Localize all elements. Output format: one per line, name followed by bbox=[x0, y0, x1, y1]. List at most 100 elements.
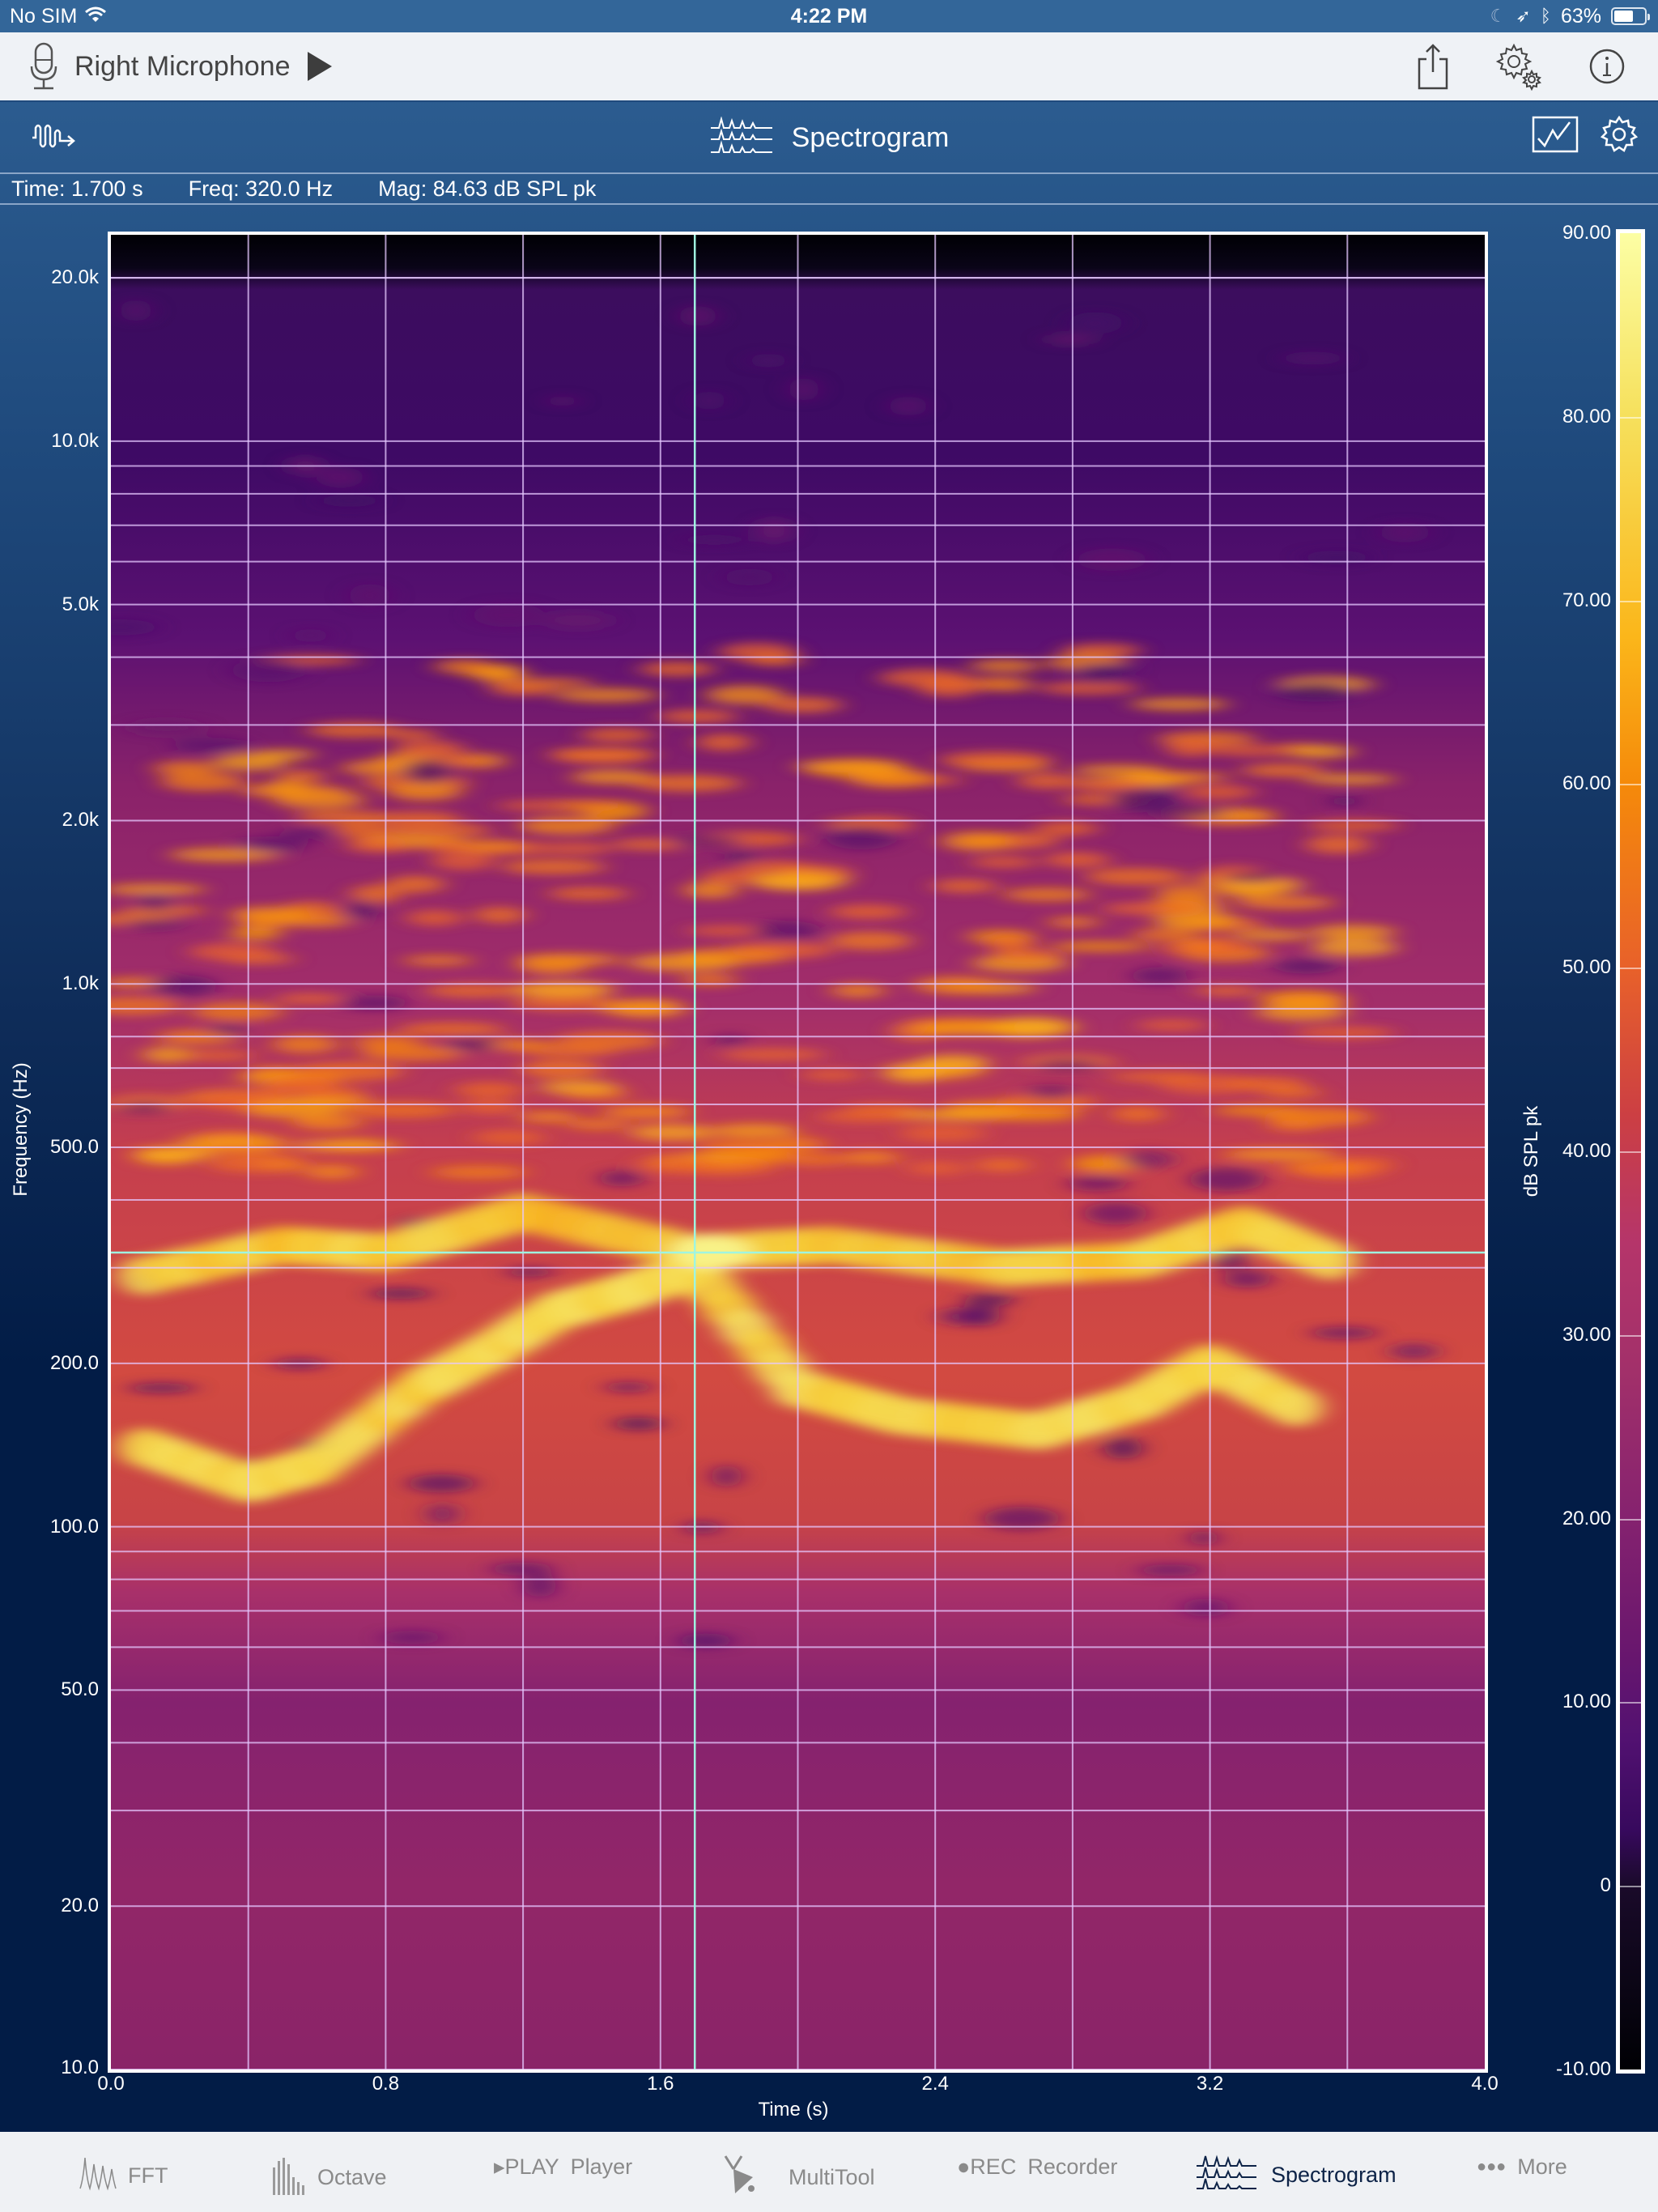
spectral-gap-mark bbox=[1103, 1436, 1142, 1460]
spectral-energy-mark bbox=[978, 677, 1034, 692]
y-tick-label: 10.0 bbox=[61, 2057, 99, 2078]
tab-player[interactable]: ▸PLAY Player bbox=[494, 2155, 632, 2180]
spectral-gap-mark bbox=[523, 1572, 556, 1598]
settings-gears-icon[interactable] bbox=[1494, 42, 1543, 91]
spectral-energy-mark bbox=[878, 669, 969, 687]
rec-badge-icon: ●REC bbox=[957, 2155, 1017, 2179]
spectral-energy-mark bbox=[191, 1002, 283, 1021]
spectral-gap-mark bbox=[1137, 1564, 1203, 1576]
spectral-energy-mark bbox=[304, 1164, 359, 1179]
cursor-readout: Time: 1.700 s Freq: 320.0 Hz Mag: 84.63 … bbox=[0, 174, 1658, 205]
spectral-energy-mark bbox=[697, 734, 751, 751]
spectral-energy-mark bbox=[974, 1159, 1031, 1172]
readout-mag: Mag: 84.63 dB SPL pk bbox=[378, 176, 597, 201]
spectral-gap-mark bbox=[1223, 872, 1281, 883]
spectral-gap-mark bbox=[1074, 663, 1123, 684]
spectral-energy-mark bbox=[984, 933, 1035, 951]
spectral-gap-mark bbox=[172, 738, 249, 753]
tab-spectrogram[interactable]: Spectrogram bbox=[1195, 2155, 1397, 2196]
spectral-energy-mark bbox=[1218, 882, 1284, 898]
moon-icon: ☾ bbox=[1490, 6, 1507, 26]
x-tick-label: 0.8 bbox=[372, 2073, 400, 2095]
spectral-gap-mark bbox=[714, 1033, 745, 1047]
tab-multitool[interactable]: MultiTool bbox=[719, 2155, 875, 2201]
spectral-energy-mark bbox=[517, 816, 616, 836]
spectral-energy-mark bbox=[554, 800, 626, 811]
spectral-energy-mark bbox=[175, 1135, 287, 1147]
spectral-energy-mark bbox=[1290, 745, 1354, 759]
microphone-icon[interactable] bbox=[29, 42, 58, 91]
spectral-energy-mark bbox=[387, 782, 462, 801]
colorbar-tick-label: 40.00 bbox=[1562, 1140, 1611, 1162]
spectral-gap-mark bbox=[426, 1503, 459, 1525]
spectral-energy-mark bbox=[133, 1146, 216, 1160]
colorbar-tick-label: 10.00 bbox=[1562, 1691, 1611, 1713]
view-header: Spectrogram bbox=[0, 102, 1658, 174]
x-tick-label: 0.0 bbox=[97, 2073, 125, 2095]
spectral-energy-mark bbox=[1109, 1071, 1209, 1083]
colorbar-tick-label: 70.00 bbox=[1562, 589, 1611, 611]
spectrogram-canvas[interactable] bbox=[111, 235, 1485, 2069]
y-tick-label: 500.0 bbox=[49, 1136, 99, 1159]
input-source-label[interactable]: Right Microphone bbox=[74, 51, 290, 83]
spectral-energy-mark bbox=[207, 1155, 307, 1172]
spectral-gap-mark bbox=[1310, 1326, 1379, 1339]
spectral-gap-mark bbox=[381, 1630, 442, 1644]
info-icon[interactable] bbox=[1588, 48, 1626, 85]
spectral-gap-mark bbox=[1044, 334, 1097, 346]
spectral-energy-mark bbox=[1224, 1148, 1337, 1160]
spectral-gap-mark bbox=[1067, 1175, 1128, 1192]
spectral-energy-mark bbox=[970, 856, 1037, 868]
play-icon[interactable] bbox=[306, 50, 334, 83]
spectral-gap-mark bbox=[668, 835, 744, 847]
spectral-energy-mark bbox=[548, 748, 657, 760]
share-icon[interactable] bbox=[1417, 43, 1449, 90]
spectral-gap-mark bbox=[127, 720, 206, 735]
spectral-energy-mark bbox=[1311, 938, 1397, 957]
harmonic-mark bbox=[1303, 1240, 1358, 1280]
spectral-energy-mark bbox=[142, 1047, 192, 1063]
view-title: Spectrogram bbox=[791, 122, 950, 153]
spectral-gap-mark bbox=[599, 1169, 644, 1187]
spectral-energy-mark bbox=[1038, 681, 1139, 695]
spectral-energy-mark bbox=[1305, 835, 1371, 854]
colorbar-tick-label: 60.00 bbox=[1562, 772, 1611, 795]
spectrogram-plot[interactable] bbox=[108, 232, 1488, 2073]
chart-mode-icon[interactable] bbox=[1532, 116, 1579, 153]
tab-label: Spectrogram bbox=[1271, 2163, 1397, 2187]
spectral-energy-mark bbox=[627, 953, 741, 972]
spectral-gap-mark bbox=[693, 390, 725, 410]
spectral-energy-mark bbox=[189, 942, 276, 961]
spectral-energy-mark bbox=[763, 696, 843, 713]
spectral-energy-mark bbox=[397, 1022, 506, 1036]
y-axis-label: Frequency (Hz) bbox=[10, 1062, 32, 1197]
spectral-gap-mark bbox=[117, 1101, 172, 1114]
spectral-gap-mark bbox=[679, 305, 716, 327]
y-tick-label: 100.0 bbox=[49, 1515, 99, 1538]
spectral-energy-mark bbox=[1002, 887, 1091, 902]
spectral-gap-mark bbox=[209, 1023, 248, 1036]
spectral-energy-mark bbox=[1111, 1105, 1165, 1122]
tab-recorder[interactable]: ●REC Recorder bbox=[957, 2155, 1117, 2180]
spectral-gap-mark bbox=[1276, 682, 1354, 701]
bottom-tab-bar: FFT Octave ▸PLAY Player MultiTool ●REC R… bbox=[0, 2132, 1658, 2212]
spectral-gap-mark bbox=[712, 1465, 742, 1488]
spectral-energy-mark bbox=[1101, 902, 1208, 915]
tab-octave[interactable]: Octave bbox=[272, 2155, 387, 2201]
tab-fft[interactable]: FFT bbox=[79, 2155, 168, 2197]
spectral-energy-mark bbox=[1209, 745, 1289, 756]
battery-percent: 63% bbox=[1560, 4, 1601, 28]
spectral-energy-mark bbox=[1261, 1087, 1323, 1098]
harmonic-mark bbox=[1268, 1387, 1324, 1427]
colorbar-tick-label: 30.00 bbox=[1562, 1323, 1611, 1346]
spectral-gap-mark bbox=[963, 1293, 1015, 1307]
spectral-energy-mark bbox=[1136, 1019, 1208, 1032]
spectral-energy-mark bbox=[554, 1031, 662, 1051]
spectral-gap-mark bbox=[232, 658, 305, 683]
spectral-gap-mark bbox=[1303, 550, 1371, 565]
y-tick-label: 10.0k bbox=[51, 429, 99, 452]
tab-more[interactable]: ●●● More bbox=[1477, 2155, 1567, 2180]
spectral-energy-mark bbox=[571, 769, 653, 785]
spectral-energy-mark bbox=[941, 832, 1014, 851]
gear-icon[interactable] bbox=[1600, 115, 1639, 154]
